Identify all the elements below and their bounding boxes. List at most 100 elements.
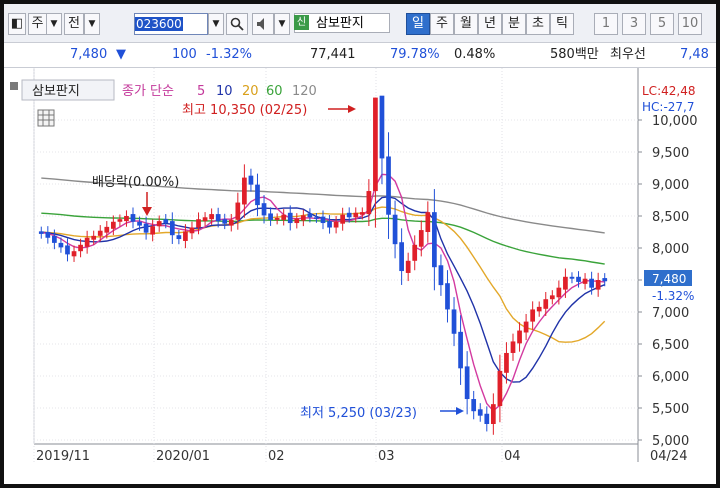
candle-body xyxy=(536,306,542,312)
jeon-button[interactable]: 전 xyxy=(64,13,84,35)
candle-body xyxy=(58,242,64,248)
current-price: 7,480 xyxy=(70,47,108,62)
candle-body xyxy=(183,231,188,241)
tab-period-6[interactable]: 틱 xyxy=(550,13,574,35)
candle-body xyxy=(314,217,319,219)
lc-label: LC:42,48 xyxy=(642,84,695,98)
x-tick-label: 04 xyxy=(504,449,521,464)
chevron-down-icon[interactable]: ▼ xyxy=(274,13,290,35)
y-tick-label: 6,000 xyxy=(652,370,689,385)
tab-period-0[interactable]: 일 xyxy=(406,13,430,35)
candle-body xyxy=(373,97,378,192)
candle-body xyxy=(543,299,549,309)
y-tick-label: 6,500 xyxy=(652,338,689,353)
candle-body xyxy=(353,212,359,218)
candle-body xyxy=(104,226,110,233)
candle-body xyxy=(176,235,182,240)
candle-body xyxy=(307,213,313,218)
quote-bar: 7,480 ▼ 100 -1.32% 77,441 79.78% 0.48% 5… xyxy=(4,43,716,68)
candle-body xyxy=(530,309,536,322)
candle-body xyxy=(490,404,496,424)
last-price: 7,48 xyxy=(680,47,709,62)
candle-body xyxy=(595,280,601,290)
number-button-5[interactable]: 5 xyxy=(650,13,674,35)
candle-body xyxy=(412,244,418,261)
candle-body xyxy=(117,219,123,222)
ma-legend-10: 10 xyxy=(216,84,233,99)
mode-selector[interactable]: 주 xyxy=(28,13,47,35)
current-price-tag-text: 7,480 xyxy=(652,272,686,286)
candle-body xyxy=(386,156,391,215)
shin-badge[interactable]: 신 xyxy=(294,15,309,30)
candle-body xyxy=(340,214,346,224)
legend-swatch xyxy=(10,82,18,90)
candle-body xyxy=(52,235,57,243)
candle-body xyxy=(359,212,365,215)
candle-body xyxy=(255,184,260,206)
layout-icon[interactable]: ◧ xyxy=(8,13,26,35)
price-chart[interactable]: 10,0009,5009,0008,5008,0007,5007,0006,50… xyxy=(4,68,716,484)
y-tick-label: 7,000 xyxy=(652,306,689,321)
stock-code-input[interactable]: 023600 xyxy=(134,13,208,35)
candle-body xyxy=(235,202,241,220)
x-tick-label: 2019/11 xyxy=(36,449,90,464)
y-tick-label: 5,000 xyxy=(652,434,689,449)
candle-body xyxy=(582,278,588,284)
number-button-10[interactable]: 10 xyxy=(678,13,702,35)
candle-body xyxy=(425,212,431,232)
chevron-down-icon[interactable]: ▼ xyxy=(46,13,62,35)
tab-period-3[interactable]: 년 xyxy=(478,13,502,35)
search-icon[interactable] xyxy=(226,13,248,35)
candle-body xyxy=(438,265,444,286)
candle-body xyxy=(418,230,424,247)
candle-body xyxy=(222,219,228,224)
number-button-1[interactable]: 1 xyxy=(594,13,618,35)
tab-period-4[interactable]: 분 xyxy=(502,13,526,35)
best-bid-label: 최우선 xyxy=(610,47,646,62)
candle-body xyxy=(549,295,555,300)
code-dropdown-chevron-icon[interactable]: ▼ xyxy=(208,13,224,35)
candle-body xyxy=(556,287,562,298)
candle-body xyxy=(464,366,470,400)
ma-legend-label: 종가 단순 xyxy=(122,84,174,99)
candle-body xyxy=(563,276,568,290)
candle-body xyxy=(399,242,404,272)
candle-body xyxy=(156,221,162,227)
candle-body xyxy=(497,370,503,407)
down-arrow-icon: ▼ xyxy=(116,47,126,62)
speaker-icon[interactable] xyxy=(252,13,274,35)
grid-toggle-icon[interactable] xyxy=(37,109,55,127)
candle-body xyxy=(71,251,77,257)
price-change: 100 xyxy=(172,47,197,62)
x-tick-label: 04/24 xyxy=(650,449,687,464)
candle-body xyxy=(484,413,490,424)
candle-body xyxy=(202,217,208,222)
y-tick-label: 10,000 xyxy=(652,114,698,129)
y-tick-label: 5,500 xyxy=(652,402,689,417)
candle-body xyxy=(38,231,44,234)
volume: 77,441 xyxy=(310,47,356,62)
candle-body xyxy=(287,212,293,224)
candle-body xyxy=(471,399,477,412)
candle-body xyxy=(209,214,214,220)
candle-body xyxy=(130,214,136,222)
x-tick-label: 2020/01 xyxy=(156,449,210,464)
y-tick-label: 9,500 xyxy=(652,146,689,161)
candle-body xyxy=(91,235,97,240)
trade-amount: 580백만 xyxy=(550,47,599,62)
y-tick-label: 8,500 xyxy=(652,210,689,225)
chevron-down-icon[interactable]: ▼ xyxy=(84,13,100,35)
tab-period-1[interactable]: 주 xyxy=(430,13,454,35)
dividend-annotation-text: 배당락(0.00%) xyxy=(92,175,179,190)
candle-body xyxy=(458,331,463,369)
tab-period-5[interactable]: 초 xyxy=(526,13,550,35)
candle-body xyxy=(189,227,195,234)
candle-body xyxy=(274,217,280,220)
candle-body xyxy=(510,341,516,353)
candle-body xyxy=(432,212,437,268)
number-button-3[interactable]: 3 xyxy=(622,13,646,35)
candle-body xyxy=(261,203,267,216)
tab-period-2[interactable]: 월 xyxy=(454,13,478,35)
speaker-icon-glyph xyxy=(257,18,264,30)
chart-toolbar: ◧ 주 ▼ 전 ▼ 023600 ▼ ▼ 삼보판지 신 일주월년분초틱 1351… xyxy=(4,4,716,43)
